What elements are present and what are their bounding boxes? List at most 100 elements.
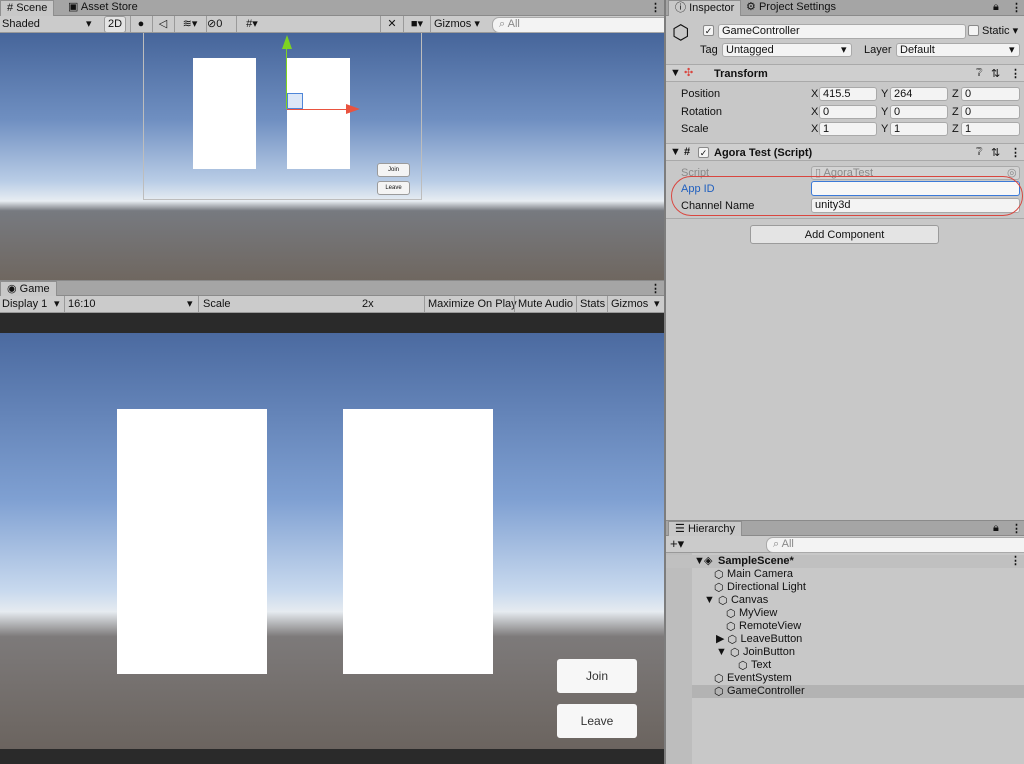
static-checkbox[interactable] xyxy=(968,25,979,36)
camera-icon[interactable]: ■▾ xyxy=(403,16,430,32)
hierarchy-item-canvas[interactable]: ▼ ⬡ Canvas xyxy=(704,594,768,607)
scene-menu-icon[interactable]: ⋮ xyxy=(1010,555,1021,568)
hierarchy-item-directional-light[interactable]: ⬡ Directional Light xyxy=(714,581,806,594)
scene-viewport[interactable]: Join Leave xyxy=(0,33,664,280)
visibility-icon[interactable]: ⊘0 xyxy=(206,16,237,32)
axis-y-label[interactable]: Y xyxy=(881,122,888,136)
scene-myview-panel[interactable] xyxy=(193,58,256,169)
tab-asset-store[interactable]: ▣ Asset Store xyxy=(62,0,144,15)
position-z-field[interactable]: 0 xyxy=(961,87,1020,101)
active-checkbox[interactable]: ✓ xyxy=(703,25,714,36)
hierarchy-item-joinbutton[interactable]: ▼ ⬡ JoinButton xyxy=(716,646,795,659)
game-viewport[interactable]: Join Leave xyxy=(0,333,664,749)
move-gizmo-plane[interactable] xyxy=(287,93,303,109)
hierarchy-body: ▼ ◈ SampleScene* ⋮ ⬡ Main Camera ⬡ Directi… xyxy=(666,553,1024,764)
axis-y-label[interactable]: Y xyxy=(881,105,888,119)
aspect-dropdown[interactable]: 16:10 ▾ xyxy=(64,296,200,312)
script-component-header[interactable]: ▼ # ✓ Agora Test (Script) ❔︎ ⇅ ⋮ xyxy=(666,143,1024,161)
inspector-tabbar: ⓘ Inspector ⚙ Project Settings 🔒︎ ⋮ xyxy=(666,0,1024,16)
tab-inspector[interactable]: ⓘ Inspector xyxy=(668,0,742,16)
hierarchy-item-remoteview[interactable]: ⬡ RemoteView xyxy=(726,620,801,633)
object-name-field[interactable]: GameController xyxy=(718,24,966,39)
move-gizmo-y-arrow[interactable] xyxy=(282,35,292,49)
gizmos-dropdown[interactable]: Gizmos ▾ xyxy=(430,16,490,32)
axis-y-label[interactable]: Y xyxy=(881,87,888,101)
scene-search-input[interactable]: ⌕ All xyxy=(492,17,671,33)
scale-y-field[interactable]: 1 xyxy=(890,122,948,136)
effects-toggle-icon[interactable]: ≋▾ xyxy=(174,16,205,32)
game-toolbar: Display 1 ▾ 16:10 ▾ Scale 2x Maximize On… xyxy=(0,296,664,604)
position-y-field[interactable]: 264 xyxy=(890,87,948,101)
rotation-y-field[interactable]: 0 xyxy=(890,105,948,119)
axis-z-label[interactable]: Z xyxy=(952,105,959,119)
static-label: Static ▾ xyxy=(982,25,1019,37)
move-gizmo-x-axis xyxy=(287,109,347,110)
move-gizmo-x-arrow[interactable] xyxy=(346,104,360,114)
lock-icon[interactable]: 🔒︎ xyxy=(993,522,999,535)
scene-leave-button[interactable]: Leave xyxy=(377,181,410,195)
rotation-x-field[interactable]: 0 xyxy=(819,105,877,119)
grid-toggle-icon[interactable]: #▾ xyxy=(236,16,267,32)
unity-scene-icon: ◈ xyxy=(704,555,713,567)
hierarchy-search-input[interactable]: ⌕ All xyxy=(766,537,1024,553)
component-menu-icon[interactable]: ⋮ xyxy=(1010,67,1021,80)
component-menu-icon[interactable]: ⋮ xyxy=(1010,146,1021,159)
preset-icon[interactable]: ⇅ xyxy=(991,67,1000,80)
hierarchy-item-gamecontroller[interactable]: ⬡ GameController xyxy=(692,685,1024,698)
tab-scene[interactable]: # Scene xyxy=(0,0,55,16)
inspector-menu-icon[interactable]: ⋮ xyxy=(1011,1,1022,14)
scene-remoteview-panel[interactable] xyxy=(287,58,350,169)
shading-mode-dropdown[interactable]: Shaded ▾ xyxy=(2,16,98,32)
game-join-button[interactable]: Join xyxy=(557,659,637,693)
tab-game[interactable]: ◉ Game xyxy=(0,281,57,297)
preset-icon[interactable]: ⇅ xyxy=(991,146,1000,159)
game-gizmos-toggle[interactable]: Gizmos ▾ xyxy=(607,296,668,312)
tools-icon[interactable]: ✕ xyxy=(380,16,403,32)
tab-project-settings[interactable]: ⚙ Project Settings xyxy=(740,0,842,15)
hierarchy-item-text[interactable]: ⬡ Text xyxy=(738,659,771,672)
foldout-arrow-icon: ▼ xyxy=(670,67,681,79)
position-x-field[interactable]: 415.5 xyxy=(819,87,877,101)
game-panel-menu-icon[interactable]: ⋮ xyxy=(650,282,661,295)
axis-x-label[interactable]: X xyxy=(811,105,818,119)
list-icon: ☰ xyxy=(675,523,685,535)
tab-hierarchy[interactable]: ☰ Hierarchy xyxy=(668,521,743,537)
hierarchy-item-eventsystem[interactable]: ⬡ EventSystem xyxy=(714,672,792,685)
game-myview-panel xyxy=(117,409,267,674)
mute-audio-toggle[interactable]: Mute Audio xyxy=(514,296,580,312)
chevron-down-icon: ▾ xyxy=(841,44,847,56)
axis-z-label[interactable]: Z xyxy=(952,87,959,101)
hierarchy-item-main-camera[interactable]: ⬡ Main Camera xyxy=(714,568,793,581)
scale-z-field[interactable]: 1 xyxy=(961,122,1020,136)
layer-dropdown[interactable]: Default ▾ xyxy=(896,43,1020,57)
help-icon[interactable]: ❔︎ xyxy=(976,146,983,159)
help-icon[interactable]: ❔︎ xyxy=(976,67,983,80)
game-letterbox-bottom xyxy=(0,749,664,764)
create-add-icon[interactable]: +▾ xyxy=(670,536,694,552)
lighting-toggle-icon[interactable]: ● xyxy=(130,16,151,32)
hierarchy-item-myview[interactable]: ⬡ MyView xyxy=(726,607,777,620)
audio-toggle-icon[interactable]: ◁ xyxy=(152,16,173,32)
display-dropdown[interactable]: Display 1 ▾ xyxy=(2,296,64,312)
hierarchy-item-samplescene[interactable]: ▼ ◈ SampleScene* ⋮ xyxy=(666,555,1024,568)
hierarchy-item-leavebutton[interactable]: ▶ ⬡ LeaveButton xyxy=(716,633,802,646)
axis-x-label[interactable]: X xyxy=(811,87,818,101)
gameobject-cube-icon: ⬡ xyxy=(738,660,748,672)
axis-x-label[interactable]: X xyxy=(811,122,818,136)
mode-2d-toggle[interactable]: 2D xyxy=(104,16,126,33)
maximize-on-play-toggle[interactable]: Maximize On Play xyxy=(424,296,518,312)
scene-panel-menu-icon[interactable]: ⋮ xyxy=(650,1,661,14)
lock-icon[interactable]: 🔒︎ xyxy=(993,1,999,14)
hierarchy-menu-icon[interactable]: ⋮ xyxy=(1011,522,1022,535)
rotation-z-field[interactable]: 0 xyxy=(961,105,1020,119)
layer-label: Layer xyxy=(864,44,892,56)
transform-header[interactable]: ▼ ✣ Transform ❔︎ ⇅ ⋮ xyxy=(666,64,1024,82)
game-leave-button[interactable]: Leave xyxy=(557,704,637,738)
add-component-button[interactable]: Add Component xyxy=(750,225,939,244)
tag-dropdown[interactable]: Untagged ▾ xyxy=(722,43,852,57)
script-enabled-checkbox[interactable]: ✓ xyxy=(698,147,709,158)
stats-toggle[interactable]: Stats xyxy=(576,296,611,312)
scale-x-field[interactable]: 1 xyxy=(819,122,877,136)
axis-z-label[interactable]: Z xyxy=(952,122,959,136)
scene-join-button[interactable]: Join xyxy=(377,163,410,177)
